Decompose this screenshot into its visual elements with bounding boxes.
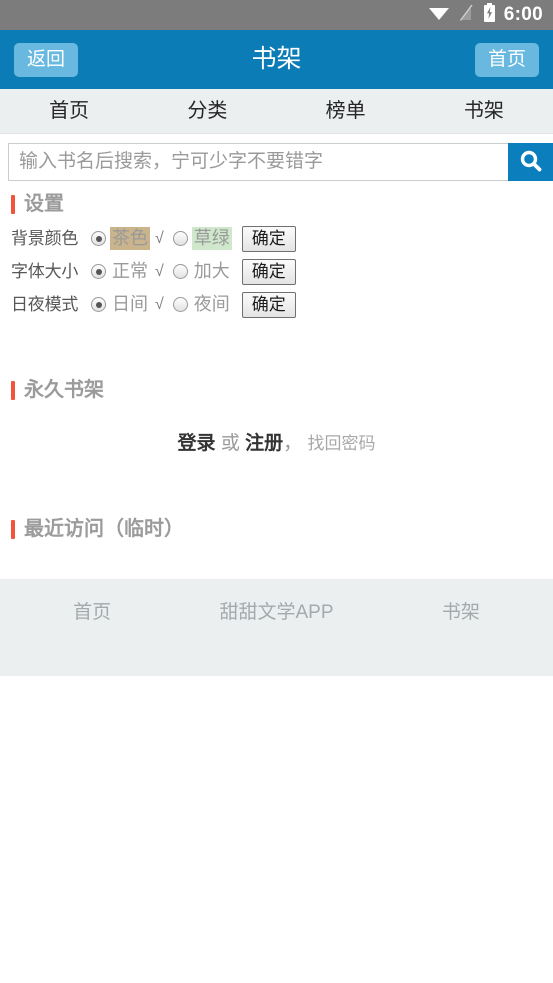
- radio-label-tea: 茶色: [110, 227, 150, 250]
- recent-section-header: 最近访问（临时）: [0, 519, 553, 539]
- search-icon: [518, 148, 544, 177]
- status-bar: 6:00: [0, 0, 553, 30]
- nav-tabs: 首页 分类 榜单 书架: [0, 89, 553, 134]
- radio-option-grass[interactable]: 草绿: [172, 227, 232, 250]
- confirm-button-day-night-mode[interactable]: 确定: [241, 291, 296, 318]
- search-input[interactable]: [8, 143, 508, 181]
- spacer-after-settings: [0, 322, 553, 374]
- confirm-button-font-size[interactable]: 确定: [241, 258, 296, 285]
- status-icon-group: [428, 3, 496, 27]
- radio-icon-day[interactable]: [91, 297, 106, 312]
- tab-ranking[interactable]: 榜单: [277, 101, 415, 121]
- home-button[interactable]: 首页: [474, 42, 539, 77]
- login-link[interactable]: 登录: [178, 433, 216, 454]
- page-blank-area: [0, 676, 553, 972]
- forgot-password-link[interactable]: 找回密码: [307, 434, 375, 453]
- permanent-shelf-section-header: 永久书架: [0, 380, 553, 400]
- setting-row-day-night-mode: 日夜模式 日间 √ 夜间 确定: [11, 289, 553, 320]
- wifi-icon: [428, 5, 450, 26]
- search-button[interactable]: [508, 143, 553, 181]
- checkmark-font-size: √: [155, 262, 164, 280]
- footer-item-bookshelf[interactable]: 书架: [369, 603, 553, 622]
- tab-category[interactable]: 分类: [138, 101, 276, 121]
- section-accent-bar: [11, 194, 15, 214]
- setting-label-day-night-mode: 日夜模式: [11, 295, 79, 314]
- account-actions: 登录 或 注册， 找回密码: [0, 400, 553, 453]
- footer-item-app[interactable]: 甜甜文学APP: [184, 603, 368, 622]
- settings-section-header: 设置: [0, 194, 553, 214]
- page-title: 书架: [251, 45, 302, 73]
- radio-option-large[interactable]: 加大: [172, 260, 232, 283]
- spacer-after-permanent-shelf: [0, 453, 553, 513]
- comma-text: ，: [283, 433, 303, 454]
- title-bar: 返回 书架 首页: [0, 30, 553, 89]
- back-button[interactable]: 返回: [14, 42, 79, 77]
- section-accent-bar: [11, 380, 15, 400]
- tab-home[interactable]: 首页: [0, 101, 138, 121]
- footer-nav: 首页 甜甜文学APP 书架: [0, 579, 553, 676]
- radio-label-normal: 正常: [112, 261, 148, 281]
- tab-bookshelf[interactable]: 书架: [415, 101, 553, 121]
- settings-title: 设置: [24, 193, 64, 215]
- recent-title: 最近访问（临时）: [24, 518, 184, 540]
- radio-label-day: 日间: [112, 294, 148, 314]
- confirm-button-background-color[interactable]: 确定: [241, 225, 296, 252]
- radio-option-normal[interactable]: 正常: [91, 260, 150, 283]
- search-bar: [0, 134, 553, 188]
- setting-label-background-color: 背景颜色: [11, 229, 79, 248]
- radio-option-day[interactable]: 日间: [91, 293, 150, 316]
- or-text: 或: [220, 433, 240, 454]
- radio-option-night[interactable]: 夜间: [172, 293, 232, 316]
- radio-icon-grass[interactable]: [172, 231, 188, 246]
- signal-off-icon: [459, 4, 474, 26]
- radio-label-night: 夜间: [193, 294, 230, 314]
- setting-row-background-color: 背景颜色 茶色 √ 草绿 确定: [11, 223, 553, 254]
- radio-icon-night[interactable]: [172, 297, 188, 312]
- setting-label-font-size: 字体大小: [11, 262, 79, 281]
- radio-label-large: 加大: [193, 261, 230, 281]
- radio-option-tea[interactable]: 茶色: [91, 227, 150, 250]
- checkmark-background-color: √: [155, 229, 164, 247]
- spacer-after-recent: [0, 539, 553, 579]
- settings-list: 背景颜色 茶色 √ 草绿 确定 字体大小 正常 √ 加大 确定 日夜模式 日间 …: [0, 214, 553, 320]
- checkmark-day-night-mode: √: [155, 295, 164, 313]
- section-accent-bar: [11, 519, 15, 539]
- status-time: 6:00: [503, 4, 543, 25]
- setting-row-font-size: 字体大小 正常 √ 加大 确定: [11, 256, 553, 287]
- battery-charging-icon: [483, 3, 496, 27]
- register-link[interactable]: 注册: [245, 433, 283, 454]
- radio-icon-normal[interactable]: [91, 264, 106, 279]
- radio-label-grass: 草绿: [191, 227, 232, 250]
- radio-icon-large[interactable]: [172, 264, 188, 279]
- permanent-shelf-title: 永久书架: [24, 379, 104, 401]
- radio-icon-tea[interactable]: [91, 231, 106, 246]
- footer-item-home[interactable]: 首页: [0, 603, 184, 622]
